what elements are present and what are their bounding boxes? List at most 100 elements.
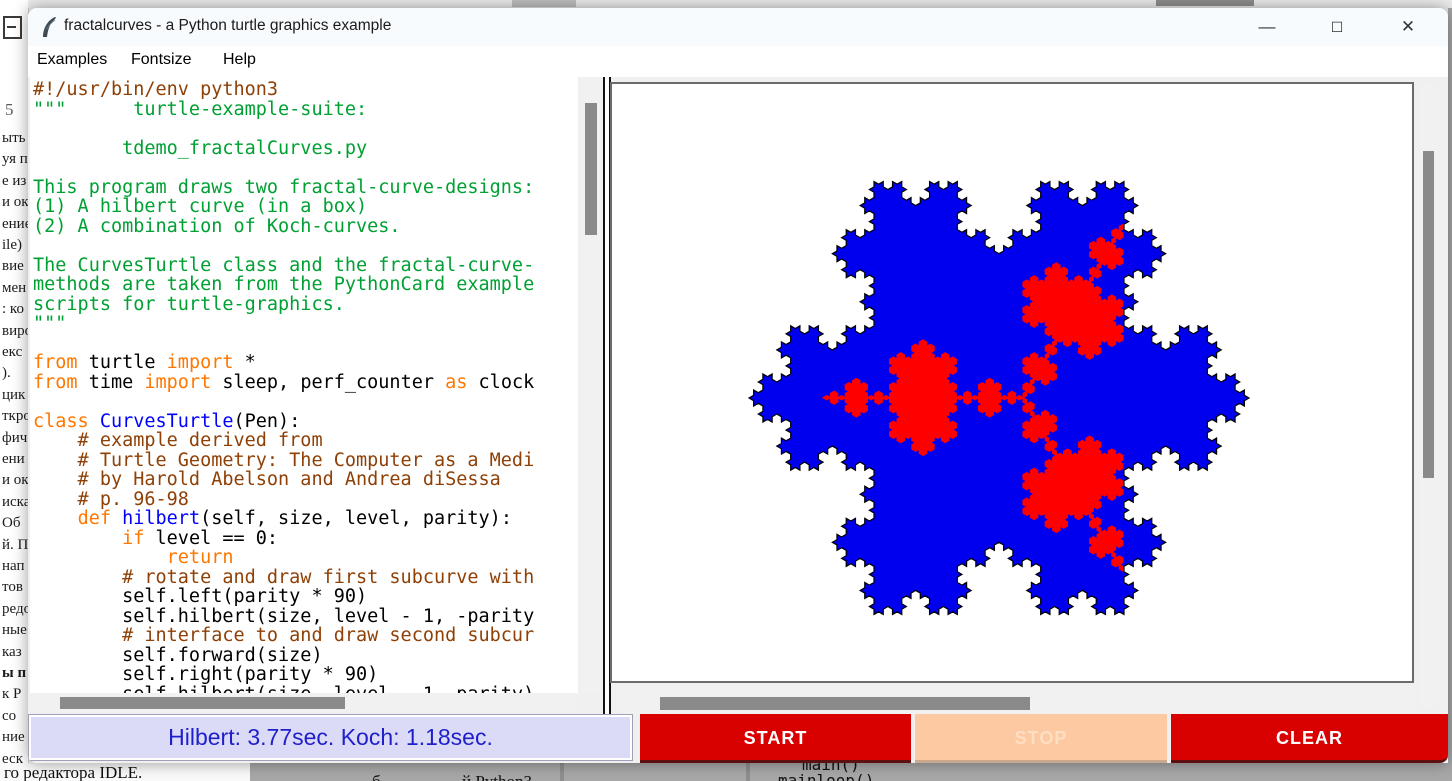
menu-item-examples[interactable]: Examples [33,51,111,73]
background-text-fragment: ыть [2,130,25,147]
clear-button[interactable]: CLEAR [1171,714,1448,763]
background-code-text-2: mainloop() [778,771,874,781]
code-line: def hilbert(self, size, level, parity): [33,509,534,529]
background-text-fragment: мен [2,280,26,297]
code-line: """ [33,314,534,334]
code-line: # p. 96-98 [33,490,534,510]
code-line: # by Harold Abelson and Andrea diSessa [33,470,534,490]
code-line: (2) A combination of Koch-curves. [33,217,534,237]
background-text-fragment: еск [2,751,23,763]
background-text-fragment: и ок [2,194,29,211]
menu-item-fontsize[interactable]: Fontsize [127,51,195,73]
background-text-block [1156,0,1254,6]
code-line: return [33,548,534,568]
code-line: # interface to and draw second subcur [33,626,534,646]
menu-bar: Examples Fontsize Help [28,46,1448,77]
canvas-horizontal-scrollbar-thumb[interactable] [660,697,1030,710]
code-line [33,392,534,412]
close-button[interactable]: ✕ [1388,8,1428,46]
background-seam [746,763,750,781]
background-text-fragment: к Р [2,686,21,703]
background-text-fragment: тов [2,579,23,596]
background-text-fragment: уя п [2,151,28,168]
code-line: scripts for turtle-graphics. [33,295,534,315]
background-text-fragment: : ко [2,301,24,318]
code-line: # Turtle Geometry: The Computer as a Med… [33,451,534,471]
background-text-fragment: ени [2,451,25,468]
background-text-fragment: й. П [2,537,28,554]
code-line: self.left(parity * 90) [33,587,534,607]
background-text-fragment: е из [2,173,26,190]
turtle-canvas [610,82,1414,683]
code-vertical-scrollbar[interactable] [580,77,602,693]
code-horizontal-scrollbar[interactable] [30,693,578,713]
code-line: #!/usr/bin/env python3 [33,80,534,100]
screen: 5 ытьуя пе изи окениеile)виемен: ковирое… [0,0,1452,781]
code-viewer[interactable]: #!/usr/bin/env python3""" turtle-example… [30,77,578,693]
background-text-fragment: редо [2,601,29,618]
canvas-vertical-scrollbar-thumb[interactable] [1423,151,1434,478]
code-line [33,334,534,354]
background-text-fragment: ение [2,216,29,233]
status-text: Hilbert: 3.77sec. Koch: 1.18sec. [168,724,493,751]
background-idle-text: го редактора IDLE. [4,763,142,781]
code-line: (1) A hilbert curve (in a box) [33,197,534,217]
stop-button[interactable]: STOP [915,714,1167,763]
background-text-fragment: иска [2,494,29,511]
background-window-left-strip: 5 ытьуя пе изи окениеile)виемен: ковирое… [0,0,29,763]
background-tab-block [512,0,576,7]
background-seam [560,763,564,781]
code-line: self.hilbert(size, level - 1, parity) [33,685,534,694]
background-text-fragment: ткро [2,408,29,425]
background-text-fragment: ные [2,622,27,639]
background-bottom-strip: го редактора IDLE. б й Python3 main() ma… [0,763,1452,781]
code-line [33,119,534,139]
code-horizontal-scrollbar-thumb[interactable] [60,697,345,709]
code-line: The CurvesTurtle class and the fractal-c… [33,256,534,276]
background-text-fragment: нап [2,558,25,575]
background-text-fragment: со [2,708,16,725]
code-line: """ turtle-example-suite: [33,100,534,120]
background-text-fragment: Об [2,515,20,532]
code-line: class CurvesTurtle(Pen): [33,412,534,432]
code-line [33,158,534,178]
canvas-horizontal-scrollbar[interactable] [617,690,1415,716]
code-line: methods are taken from the PythonCard ex… [33,275,534,295]
background-text-fragment: ). [2,365,11,382]
background-text-fragment: вие [2,258,24,275]
window-title: fractalcurves - a Python turtle graphics… [64,17,391,35]
code-vertical-scrollbar-thumb[interactable] [585,103,597,235]
menu-item-help[interactable]: Help [219,51,260,73]
code-line: This program draws two fractal-curve-des… [33,178,534,198]
code-line: from turtle import * [33,353,534,373]
background-text-fragment: екс [2,344,22,361]
code-line: if level == 0: [33,529,534,549]
background-text-fragment: каз [2,644,22,661]
background-text-fragment: цик [2,387,25,404]
background-text-fragment: виро [2,323,29,340]
maximize-button[interactable]: ☐ [1317,8,1357,46]
background-page-icon [3,16,22,39]
title-bar[interactable]: fractalcurves - a Python turtle graphics… [28,8,1448,46]
background-python-text: й Python3 [462,772,532,781]
code-line: self.hilbert(size, level - 1, -parity [33,607,534,627]
background-number: 5 [5,100,14,120]
status-bar: Hilbert: 3.77sec. Koch: 1.18sec. [28,714,633,761]
background-top-strip [28,0,1452,8]
app-window: fractalcurves - a Python turtle graphics… [28,8,1448,763]
minimize-button[interactable]: — [1247,8,1287,46]
code-line: # rotate and draw first subcurve with [33,568,534,588]
background-b-text: б [372,772,381,781]
code-text: #!/usr/bin/env python3""" turtle-example… [33,80,534,693]
code-line: self.right(parity * 90) [33,665,534,685]
background-right-strip [1448,8,1452,763]
background-text-fragment: и ок [2,472,29,489]
code-line: tdemo_fractalCurves.py [33,139,534,159]
canvas-vertical-scrollbar[interactable] [1420,84,1438,708]
start-button[interactable]: START [640,714,911,763]
background-text-fragment: ы п [2,665,26,682]
code-line: from time import sleep, perf_counter as … [33,373,534,393]
background-text-fragment: ние [2,729,25,746]
code-line [33,236,534,256]
code-line: self.forward(size) [33,646,534,666]
